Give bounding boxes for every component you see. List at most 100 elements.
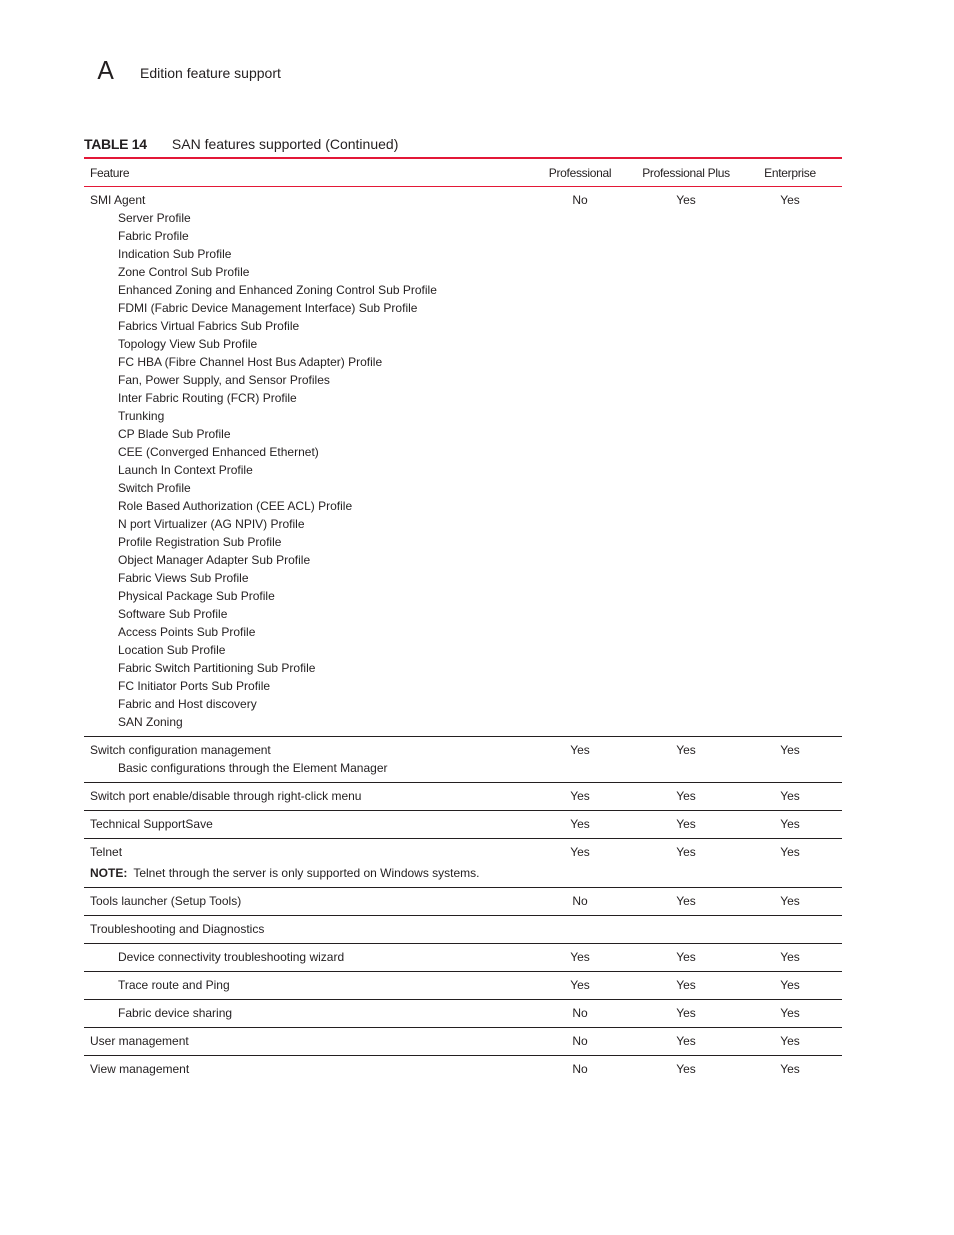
enterprise-value: Yes bbox=[780, 950, 800, 964]
sub-feature: Inter Fabric Routing (FCR) Profile bbox=[118, 391, 297, 405]
professional-value: No bbox=[572, 894, 588, 908]
sub-feature: Basic configurations through the Element… bbox=[118, 761, 388, 775]
table-row: User management No Yes Yes bbox=[84, 1028, 842, 1056]
table-row: Switch configuration management Basic con… bbox=[84, 737, 842, 783]
professional-plus-value: Yes bbox=[676, 1034, 696, 1048]
professional-value: No bbox=[572, 1006, 588, 1020]
feature-name: Technical SupportSave bbox=[90, 817, 213, 831]
sub-feature: Switch Profile bbox=[118, 481, 191, 495]
professional-value: Yes bbox=[570, 978, 590, 992]
enterprise-value: Yes bbox=[780, 845, 800, 859]
sub-feature: Role Based Authorization (CEE ACL) Profi… bbox=[118, 499, 353, 513]
chapter-title: Edition feature support bbox=[140, 65, 281, 81]
column-header-enterprise: Enterprise bbox=[764, 165, 816, 180]
professional-value bbox=[526, 916, 634, 944]
feature-name: Telnet bbox=[90, 845, 123, 859]
sub-feature: CEE (Converged Enhanced Ethernet) bbox=[118, 445, 319, 459]
note-text: Telnet through the server is only suppor… bbox=[133, 866, 480, 880]
sub-feature: Access Points Sub Profile bbox=[118, 625, 256, 639]
table-row: Fabric device sharing No Yes Yes bbox=[84, 1000, 842, 1028]
table-row: Device connectivity troubleshooting wiza… bbox=[84, 944, 842, 972]
sub-feature: FC Initiator Ports Sub Profile bbox=[118, 679, 271, 693]
feature-cell: Device connectivity troubleshooting wiza… bbox=[84, 944, 526, 972]
table-title: SAN features supported (Continued) bbox=[171, 136, 399, 152]
feature-name: Troubleshooting and Diagnostics bbox=[90, 922, 265, 936]
table-caption: TABLE 14 SAN features supported (Continu… bbox=[84, 136, 398, 152]
professional-plus-value: Yes bbox=[676, 193, 696, 207]
sub-feature: FC HBA (Fibre Channel Host Bus Adapter) … bbox=[118, 355, 383, 369]
table-number: TABLE 14 bbox=[84, 136, 147, 152]
feature-cell: User management bbox=[84, 1028, 526, 1056]
enterprise-value: Yes bbox=[780, 789, 800, 803]
sub-feature: Zone Control Sub Profile bbox=[118, 265, 250, 279]
feature-name: Fabric device sharing bbox=[118, 1006, 233, 1020]
enterprise-value: Yes bbox=[780, 1062, 800, 1076]
table-row: Switch port enable/disable through right… bbox=[84, 783, 842, 811]
enterprise-value: Yes bbox=[780, 817, 800, 831]
column-header-professional: Professional bbox=[548, 165, 612, 180]
table-body: SMI Agent Server Profile Fabric Profile Ind… bbox=[84, 187, 842, 1084]
sub-feature: Trunking bbox=[118, 409, 165, 423]
professional-value: Yes bbox=[570, 789, 590, 803]
column-header-feature: Feature bbox=[90, 165, 130, 180]
professional-plus-value: Yes bbox=[676, 950, 696, 964]
feature-name: View management bbox=[90, 1062, 190, 1076]
sub-feature: Enhanced Zoning and Enhanced Zoning Cont… bbox=[118, 283, 437, 297]
enterprise-value bbox=[738, 916, 842, 944]
professional-plus-value: Yes bbox=[676, 845, 696, 859]
enterprise-value: Yes bbox=[780, 1034, 800, 1048]
enterprise-value: Yes bbox=[780, 1006, 800, 1020]
note-label: NOTE: bbox=[90, 866, 128, 880]
table-row: Technical SupportSave Yes Yes Yes bbox=[84, 811, 842, 839]
sub-feature: Software Sub Profile bbox=[118, 607, 228, 621]
feature-name: Tools launcher (Setup Tools) bbox=[90, 894, 242, 908]
sub-feature: Physical Package Sub Profile bbox=[118, 589, 275, 603]
feature-name: Switch port enable/disable through right… bbox=[90, 789, 362, 803]
table-row: Trace route and Ping Yes Yes Yes bbox=[84, 972, 842, 1000]
sub-feature: N port Virtualizer (AG NPIV) Profile bbox=[118, 517, 305, 531]
enterprise-value: Yes bbox=[780, 193, 800, 207]
sub-feature: Fabrics Virtual Fabrics Sub Profile bbox=[118, 319, 300, 333]
table-row: Telnet NOTE: Telnet through the server is … bbox=[84, 839, 842, 888]
professional-value: Yes bbox=[570, 950, 590, 964]
feature-cell: Switch port enable/disable through right… bbox=[84, 783, 526, 811]
sub-feature: Fabric Switch Partitioning Sub Profile bbox=[118, 661, 316, 675]
feature-name: User management bbox=[90, 1034, 189, 1048]
sub-feature: Server Profile bbox=[118, 211, 191, 225]
sub-feature: CP Blade Sub Profile bbox=[118, 427, 231, 441]
feature-cell: Trace route and Ping bbox=[84, 972, 526, 1000]
professional-plus-value bbox=[634, 916, 738, 944]
feature-name: SMI Agent bbox=[90, 193, 146, 207]
professional-value: Yes bbox=[570, 845, 590, 859]
sub-feature: Fan, Power Supply, and Sensor Profiles bbox=[118, 373, 330, 387]
enterprise-value: Yes bbox=[780, 978, 800, 992]
feature-cell: Fabric device sharing bbox=[84, 1000, 526, 1028]
professional-value: Yes bbox=[570, 817, 590, 831]
enterprise-value: Yes bbox=[780, 743, 800, 757]
feature-cell: Troubleshooting and Diagnostics bbox=[84, 916, 526, 944]
sub-feature: Fabric Views Sub Profile bbox=[118, 571, 249, 585]
sub-feature: Location Sub Profile bbox=[118, 643, 226, 657]
sub-feature: Topology View Sub Profile bbox=[118, 337, 258, 351]
sub-feature: SAN Zoning bbox=[118, 715, 183, 729]
table-row: View management No Yes Yes bbox=[84, 1056, 842, 1084]
sub-feature: FDMI (Fabric Device Management Interface… bbox=[118, 301, 418, 315]
professional-plus-value: Yes bbox=[676, 743, 696, 757]
professional-value: No bbox=[572, 1034, 588, 1048]
feature-name: Trace route and Ping bbox=[118, 978, 230, 992]
chapter-letter: A bbox=[97, 55, 114, 85]
column-header-professional-plus: Professional Plus bbox=[642, 165, 730, 180]
sub-feature: Indication Sub Profile bbox=[118, 247, 232, 261]
sub-feature: Object Manager Adapter Sub Profile bbox=[118, 553, 311, 567]
feature-cell: Tools launcher (Setup Tools) bbox=[84, 888, 526, 916]
sub-feature: Profile Registration Sub Profile bbox=[118, 535, 282, 549]
feature-cell: Technical SupportSave bbox=[84, 811, 526, 839]
feature-cell: SMI Agent Server Profile Fabric Profile Ind… bbox=[84, 187, 526, 737]
sub-feature: Fabric Profile bbox=[118, 229, 189, 243]
professional-plus-value: Yes bbox=[676, 817, 696, 831]
feature-name: Device connectivity troubleshooting wiza… bbox=[118, 950, 345, 964]
note: NOTE: Telnet through the server is only s… bbox=[90, 864, 520, 882]
professional-plus-value: Yes bbox=[676, 894, 696, 908]
enterprise-value: Yes bbox=[780, 894, 800, 908]
professional-plus-value: Yes bbox=[676, 789, 696, 803]
